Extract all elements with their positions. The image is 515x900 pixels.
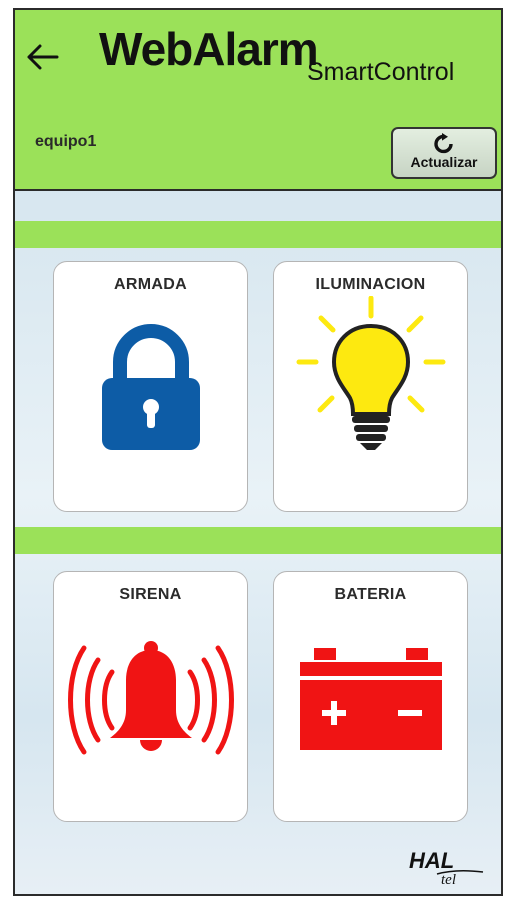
light-bulb-icon [296,296,446,450]
siren-bell-icon [68,641,234,755]
card-sirena[interactable]: SIRENA [53,571,248,822]
refresh-button[interactable]: Actualizar [391,127,497,179]
battery-icon [300,648,442,750]
app-subtitle: SmartControl [307,58,455,86]
refresh-label: Actualizar [410,154,478,170]
card-bateria-label: BATERIA [334,586,407,603]
refresh-icon [434,133,453,154]
app-header: WebAlarm SmartControl equipo1 Actualizar [15,10,501,191]
card-armada-label: ARMADA [114,276,187,293]
separator-band-top [15,221,501,248]
logo-text: HAL [409,848,454,873]
card-bateria[interactable]: BATERIA [273,571,468,822]
separator-band-middle [15,527,501,554]
app-frame: WebAlarm SmartControl equipo1 Actualizar… [13,8,503,896]
back-arrow-icon[interactable] [25,42,59,72]
haltel-logo: HAL tel [409,848,484,888]
app-title: WebAlarm [99,23,319,75]
card-sirena-label: SIRENA [119,586,182,603]
lock-icon [102,324,200,450]
card-iluminacion-label: ILUMINACION [315,276,426,293]
card-iluminacion[interactable]: ILUMINACION [273,261,468,512]
logo-subtext: tel [441,872,456,888]
device-name: equipo1 [35,133,97,150]
card-armada[interactable]: ARMADA [53,261,248,512]
